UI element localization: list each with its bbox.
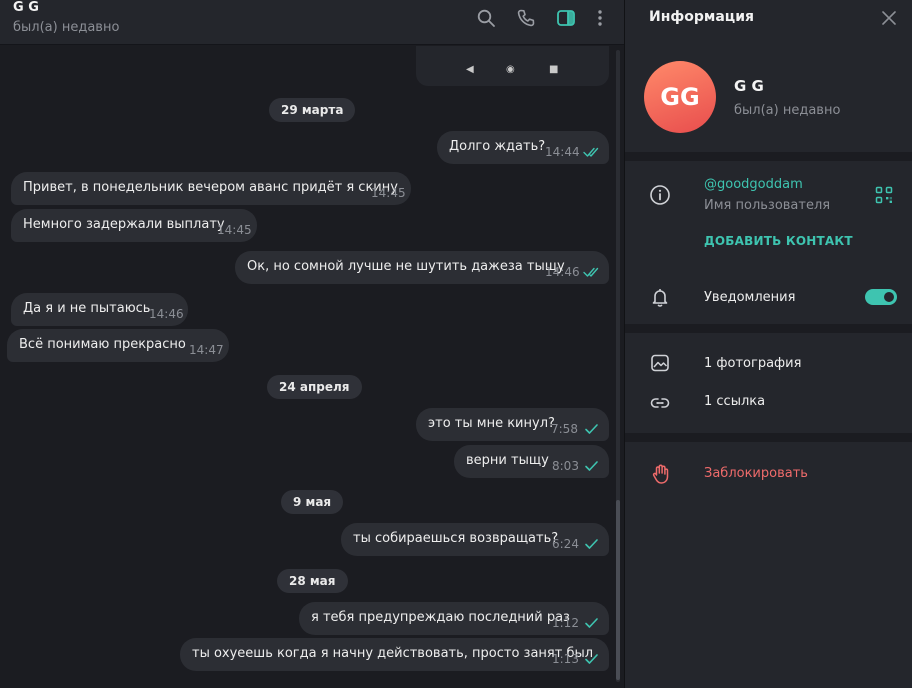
- bell-icon: [649, 286, 671, 308]
- info-title: Информация: [649, 9, 754, 25]
- outgoing-message[interactable]: это ты мне кинул? 7:58: [416, 408, 609, 441]
- qr-code-icon[interactable]: [874, 185, 894, 205]
- message-time: 14:46: [149, 307, 184, 321]
- notifications-label: Уведомления: [704, 290, 796, 305]
- date-separator: 29 марта: [269, 98, 356, 122]
- check-icon: [583, 538, 601, 550]
- outgoing-message[interactable]: верни тыщу 8:03: [454, 445, 609, 478]
- check-icon: [583, 460, 601, 472]
- chat-panel: G G был(а) недавно ◀ ◉ ■ 29 марта Долго ж…: [0, 0, 624, 688]
- message-text: ты охуеешь когда я начну действовать, пр…: [192, 646, 594, 661]
- message-list[interactable]: ◀ ◉ ■ 29 марта Долго ждать? 14:44 Привет, в…: [0, 46, 624, 688]
- username-link[interactable]: @goodgoddam: [704, 177, 803, 192]
- phone-icon[interactable]: [516, 8, 536, 28]
- profile-status: был(а) недавно: [734, 103, 841, 118]
- date-separator: 24 апреля: [267, 375, 362, 399]
- check-icon: [583, 617, 601, 629]
- message-time: 14:47: [189, 343, 224, 357]
- profile-name: G G: [734, 77, 764, 95]
- date-separator: 9 мая: [281, 490, 344, 514]
- outgoing-message[interactable]: я тебя предупреждаю последний раз 1:12: [299, 602, 609, 635]
- avatar[interactable]: GG: [644, 61, 716, 133]
- message-text: Ок, но сомной лучше не шутить дажеза тыщ…: [247, 259, 565, 274]
- back-nav-glyph: ◀: [466, 64, 474, 75]
- notifications-toggle[interactable]: [865, 289, 897, 305]
- outgoing-message[interactable]: Ок, но сомной лучше не шутить дажеза тыщ…: [235, 251, 609, 284]
- sidebar-toggle-icon[interactable]: [556, 8, 576, 28]
- message-time: 14:46: [545, 265, 580, 279]
- check-icon: [583, 653, 601, 665]
- message-text: верни тыщу: [466, 453, 549, 468]
- hand-stop-icon: [650, 463, 672, 485]
- link-icon: [649, 392, 671, 414]
- message-text: Немного задержали выплату: [23, 217, 225, 232]
- chat-title[interactable]: G G: [13, 0, 39, 15]
- message-text: Долго ждать?: [449, 139, 546, 154]
- scrollbar-thumb[interactable]: [616, 500, 620, 680]
- message-text: это ты мне кинул?: [428, 416, 555, 431]
- info-panel: Информация GG G G был(а) недавно @goodgo…: [625, 0, 912, 688]
- incoming-message[interactable]: Всё понимаю прекрасно 14:47: [7, 329, 229, 362]
- incoming-message[interactable]: Немного задержали выплату 14:45: [11, 209, 257, 242]
- add-contact-button[interactable]: ДОБАВИТЬ КОНТАКТ: [704, 234, 853, 248]
- section-separator: [625, 324, 912, 333]
- block-user-button[interactable]: Заблокировать: [704, 466, 808, 481]
- links-item[interactable]: 1 ссылка: [704, 394, 765, 409]
- toggle-knob: [882, 290, 896, 304]
- more-vertical-icon[interactable]: [590, 8, 610, 28]
- message-time: 1:12: [552, 616, 579, 630]
- section-separator: [625, 152, 912, 161]
- message-time: 8:03: [552, 459, 579, 473]
- check-icon: [583, 423, 601, 435]
- outgoing-message[interactable]: ты охуеешь когда я начну действовать, пр…: [180, 638, 609, 671]
- message-time: 14:45: [217, 223, 252, 237]
- photos-item[interactable]: 1 фотография: [704, 356, 801, 371]
- close-icon[interactable]: [880, 9, 898, 27]
- message-time: 1:13: [552, 652, 579, 666]
- outgoing-message[interactable]: ты собираешься возвращать? 6:24: [341, 523, 609, 556]
- image-preview-bottom[interactable]: ◀ ◉ ■: [416, 46, 609, 86]
- incoming-message[interactable]: Привет, в понедельник вечером аванс прид…: [11, 172, 411, 205]
- message-time: 14:44: [545, 145, 580, 159]
- home-nav-glyph: ◉: [506, 64, 515, 75]
- message-text: Привет, в понедельник вечером аванс прид…: [23, 180, 398, 195]
- incoming-message[interactable]: Да я и не пытаюсь 14:46: [11, 293, 188, 326]
- recent-nav-glyph: ■: [549, 64, 559, 75]
- chat-header[interactable]: G G был(а) недавно: [0, 0, 624, 45]
- message-time: 14:45: [371, 186, 406, 200]
- message-time: 6:24: [552, 537, 579, 551]
- chat-status: был(а) недавно: [13, 20, 120, 35]
- message-text: ты собираешься возвращать?: [353, 531, 559, 546]
- info-icon: [649, 184, 671, 206]
- username-caption: Имя пользователя: [704, 198, 831, 213]
- date-separator: 28 мая: [277, 569, 348, 593]
- double-check-icon: [583, 146, 601, 158]
- message-text: я тебя предупреждаю последний раз: [311, 610, 570, 625]
- section-separator: [625, 433, 912, 442]
- outgoing-message[interactable]: Долго ждать? 14:44: [437, 131, 609, 164]
- message-text: Да я и не пытаюсь: [23, 301, 151, 316]
- double-check-icon: [583, 266, 601, 278]
- message-text: Всё понимаю прекрасно: [19, 337, 186, 352]
- message-time: 7:58: [551, 422, 578, 436]
- photo-icon: [650, 353, 670, 373]
- search-icon[interactable]: [476, 8, 496, 28]
